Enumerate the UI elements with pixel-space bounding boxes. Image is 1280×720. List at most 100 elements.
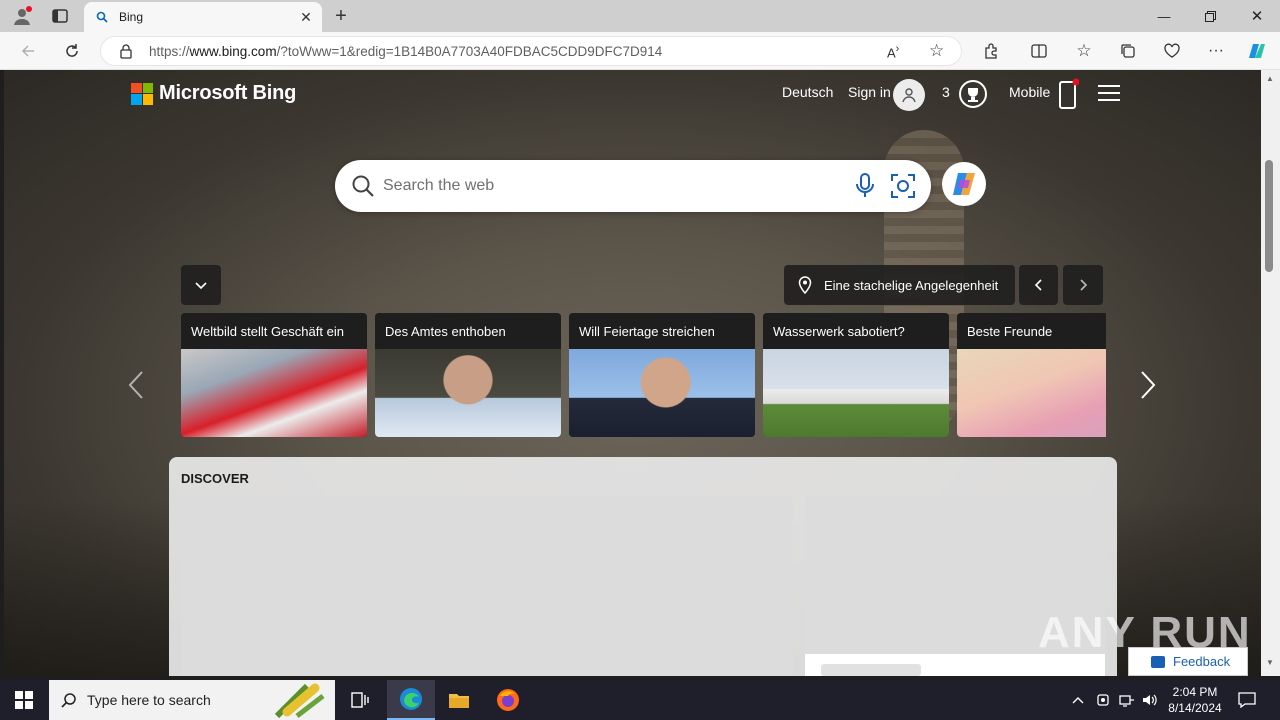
search-input[interactable] [383, 173, 843, 199]
restore-button[interactable] [1187, 0, 1233, 32]
taskbar-edge-icon[interactable] [387, 680, 435, 720]
search-highlight-corn-icon [274, 683, 325, 718]
windows-logo-icon [15, 691, 33, 709]
profile-icon[interactable] [10, 4, 34, 28]
feedback-button[interactable]: Feedback [1128, 647, 1248, 676]
address-toolbar: https://www.bing.com/?toWww=1&redig=1B14… [0, 32, 1280, 70]
discover-card-placeholder [181, 496, 793, 676]
chevron-right-icon [1080, 279, 1088, 291]
scroll-down-icon[interactable]: ▼ [1266, 658, 1274, 667]
address-bar[interactable]: https://www.bing.com/?toWww=1&redig=1B14… [100, 36, 962, 66]
news-card-image [569, 349, 755, 437]
browser-essentials-icon[interactable] [1160, 39, 1184, 63]
news-card[interactable]: Wasserwerk sabotiert? [763, 313, 949, 437]
news-card-image [957, 349, 1106, 437]
news-carousel: Weltbild stellt Geschäft ein Des Amtes e… [181, 313, 1106, 437]
collapse-news-button[interactable] [181, 265, 221, 305]
extensions-icon[interactable] [979, 39, 1003, 63]
favorites-icon[interactable]: ☆ [1072, 39, 1096, 63]
read-aloud-icon[interactable]: A› [887, 43, 899, 60]
visual-search-icon[interactable] [890, 173, 916, 204]
news-card-image [375, 349, 561, 437]
news-card-image [763, 349, 949, 437]
discover-heading: DISCOVER [181, 471, 249, 486]
news-card-title: Will Feiertage streichen [569, 313, 755, 349]
news-card-title: Weltbild stellt Geschäft ein [181, 313, 367, 349]
split-screen-icon[interactable] [1027, 39, 1051, 63]
settings-more-icon[interactable]: ··· [1204, 39, 1228, 63]
taskbar-search-icon [61, 693, 76, 708]
image-location-label: Eine stachelige Angelegenheit [824, 277, 999, 293]
volume-icon[interactable] [1142, 680, 1158, 720]
copilot-icon [953, 173, 975, 195]
network-icon[interactable] [1119, 680, 1135, 720]
page-scrollbar[interactable]: ▲ ▼ [1261, 70, 1280, 676]
tab-title: Bing [119, 10, 144, 24]
hamburger-menu-icon[interactable] [1098, 85, 1120, 101]
refresh-icon[interactable] [60, 39, 84, 63]
previous-image-button[interactable] [1019, 265, 1058, 305]
show-hidden-icons-icon[interactable] [1072, 680, 1084, 720]
rewards-trophy-icon[interactable] [958, 79, 988, 114]
language-link[interactable]: Deutsch [782, 84, 833, 100]
location-pin-icon [798, 276, 812, 294]
news-card[interactable]: Beste Freunde [957, 313, 1106, 437]
windows-taskbar: Type here to search 2:04 PM 8/14/2024 [0, 680, 1280, 720]
news-card-title: Wasserwerk sabotiert? [763, 313, 949, 349]
news-card[interactable]: Des Amtes enthoben [375, 313, 561, 437]
firefox-icon[interactable] [484, 680, 532, 720]
minimize-button[interactable]: — [1141, 0, 1187, 32]
mobile-link[interactable]: Mobile [1009, 84, 1050, 100]
lock-icon[interactable] [119, 44, 133, 64]
news-card-title: Beste Freunde [957, 313, 1106, 349]
new-tab-icon[interactable]: + [329, 4, 353, 28]
voice-search-icon[interactable] [855, 173, 875, 204]
clock-date: 8/14/2024 [1168, 701, 1222, 715]
browser-tab-strip: Bing ✕ + — ✕ [0, 0, 1280, 32]
tab-bing[interactable]: Bing ✕ [84, 2, 322, 32]
copilot-sidebar-icon[interactable] [1245, 39, 1269, 63]
news-card[interactable]: Will Feiertage streichen [569, 313, 755, 437]
brand-name: Microsoft Bing [159, 82, 297, 104]
notifications-icon[interactable] [1238, 680, 1256, 720]
tab-actions-icon[interactable] [48, 4, 72, 28]
carousel-next-arrow-icon[interactable] [1138, 370, 1162, 400]
mobile-phone-icon[interactable] [1057, 78, 1080, 115]
news-card[interactable]: Weltbild stellt Geschäft ein [181, 313, 367, 437]
taskbar-search-box[interactable]: Type here to search [49, 680, 335, 720]
start-button[interactable] [0, 680, 48, 720]
close-window-button[interactable]: ✕ [1234, 0, 1280, 32]
collections-icon[interactable] [1116, 39, 1140, 63]
scrollbar-thumb[interactable] [1265, 160, 1273, 272]
user-avatar-icon[interactable] [893, 79, 925, 111]
close-tab-icon[interactable]: ✕ [296, 7, 316, 27]
feedback-icon [1151, 656, 1165, 668]
news-card-title: Des Amtes enthoben [375, 313, 561, 349]
search-icon [351, 174, 375, 203]
favorite-star-icon[interactable]: ☆ [929, 41, 944, 61]
bing-homepage: Microsoft Bing Deutsch Sign in 3 Mobile … [4, 70, 1261, 676]
sign-in-link[interactable]: Sign in [848, 84, 891, 100]
bing-logo[interactable]: Microsoft Bing [131, 82, 296, 105]
task-view-icon[interactable] [336, 680, 384, 720]
discover-section: DISCOVER [169, 457, 1117, 676]
rewards-count[interactable]: 3 [942, 84, 950, 100]
image-location-button[interactable]: Eine stachelige Angelegenheit [784, 265, 1015, 305]
next-image-button[interactable] [1063, 265, 1103, 305]
clock-time: 2:04 PM [1172, 685, 1218, 699]
carousel-prev-arrow-icon[interactable] [126, 370, 150, 400]
network-device-icon[interactable] [1096, 680, 1110, 720]
scroll-up-icon[interactable]: ▲ [1266, 74, 1274, 83]
taskbar-search-text: Type here to search [87, 692, 211, 708]
taskbar-clock[interactable]: 2:04 PM 8/14/2024 [1162, 684, 1228, 716]
file-explorer-icon[interactable] [435, 680, 483, 720]
chevron-left-icon [1034, 279, 1042, 291]
microsoft-logo-icon [131, 82, 153, 105]
back-icon[interactable] [16, 39, 40, 63]
search-favicon-icon [96, 11, 108, 23]
copilot-button[interactable] [942, 162, 986, 206]
chevron-down-icon [195, 282, 207, 290]
search-box [335, 160, 931, 212]
news-card-image [181, 349, 367, 437]
feedback-label: Feedback [1173, 654, 1231, 669]
